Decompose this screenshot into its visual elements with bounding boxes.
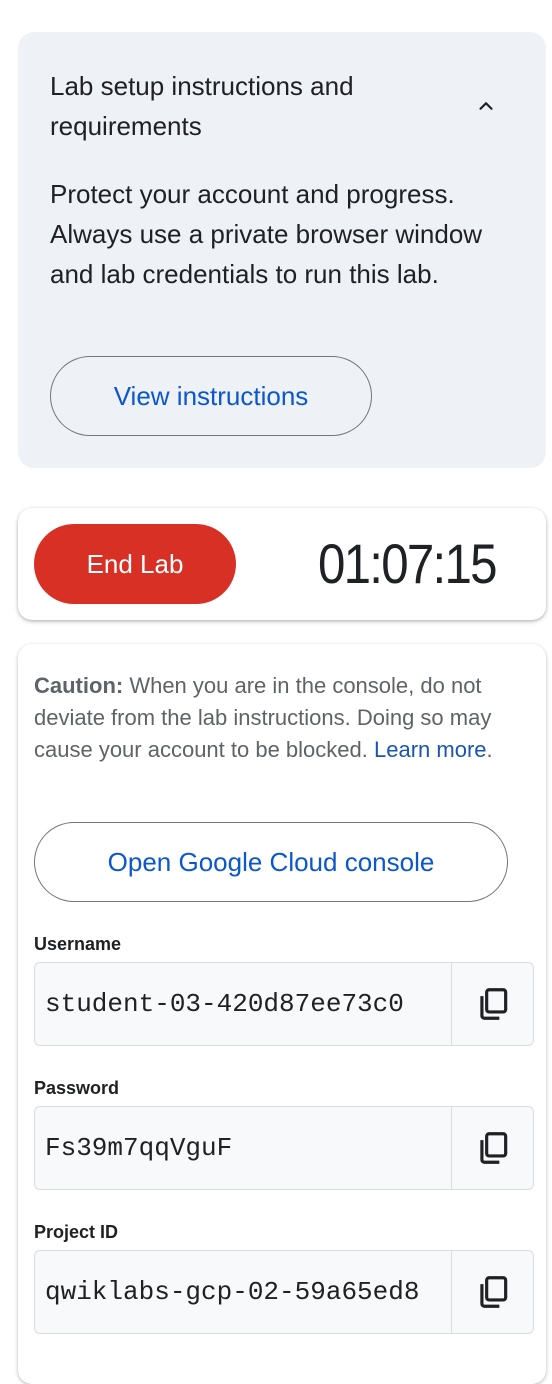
setup-title: Lab setup instructions and requirements	[50, 71, 354, 141]
setup-description: Protect your account and progress. Alway…	[50, 179, 483, 289]
caution-suffix: .	[486, 737, 493, 762]
caution-label: Caution:	[34, 673, 124, 698]
password-label: Password	[34, 1078, 120, 1098]
lab-setup-card: Lab setup instructions and requirements …	[18, 32, 546, 468]
chevron-up-icon	[479, 102, 493, 110]
lab-timer: 01:07:15	[318, 532, 498, 595]
project-id-value[interactable]: qwiklabs-gcp-02-59a65ed8	[45, 1251, 435, 1333]
caution-message: Caution: When you are in the console, do…	[34, 670, 534, 766]
learn-more-link[interactable]: Learn more	[374, 737, 487, 762]
project-id-field: qwiklabs-gcp-02-59a65ed8	[34, 1250, 534, 1334]
username-label: Username	[34, 934, 122, 954]
password-value[interactable]: Fs39m7qqVguF	[45, 1107, 435, 1189]
view-instructions-button[interactable]: View instructions	[50, 356, 372, 436]
credentials-card: Caution: When you are in the console, do…	[18, 644, 546, 1384]
password-field: Fs39m7qqVguF	[34, 1106, 534, 1190]
copy-password-button[interactable]	[451, 1107, 533, 1189]
copy-username-button[interactable]	[451, 963, 533, 1045]
lab-timer-card: End Lab 01:07:15	[18, 508, 546, 620]
copy-project-id-button[interactable]	[451, 1251, 533, 1333]
end-lab-button[interactable]: End Lab	[34, 524, 236, 604]
project-id-label: Project ID	[34, 1222, 119, 1242]
username-value[interactable]: student-03-420d87ee73c0	[45, 963, 435, 1045]
username-field: student-03-420d87ee73c0	[34, 962, 534, 1046]
open-console-button[interactable]: Open Google Cloud console	[34, 822, 508, 902]
copy-icon	[479, 1132, 507, 1164]
collapse-button[interactable]	[464, 88, 508, 124]
copy-icon	[479, 988, 507, 1020]
copy-icon	[479, 1276, 507, 1308]
